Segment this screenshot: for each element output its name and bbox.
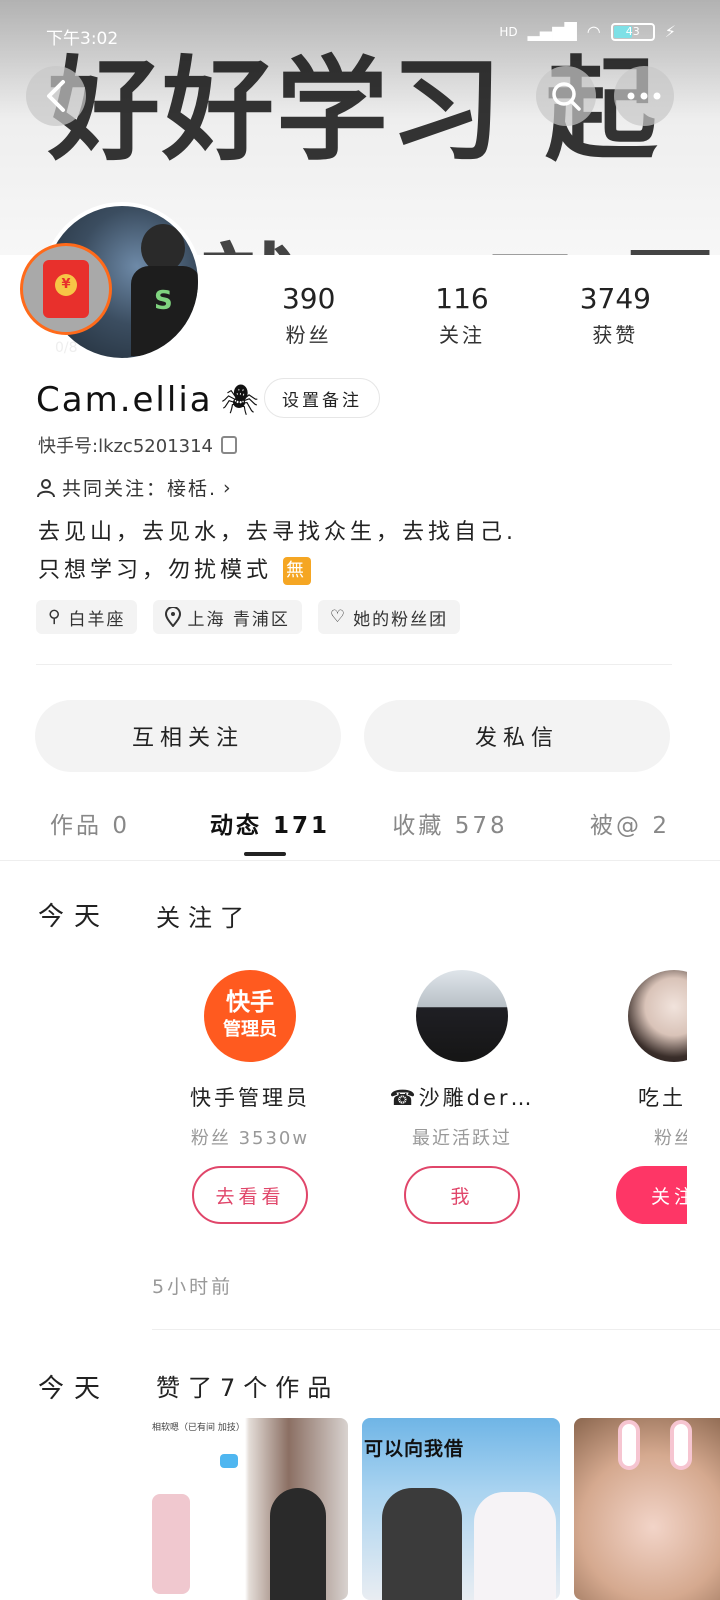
thumbnail-caption: 相软嗯（已有间 加技） [152,1423,245,1433]
stat-label: 获赞 [592,323,639,347]
wifi-icon: ◠ [586,22,601,41]
user-avatar [628,970,687,1062]
common-follow-link[interactable]: 共同关注：椄栝. › [36,474,233,501]
event-title: 关注了 [156,904,252,932]
search-button[interactable] [536,66,596,126]
card-name: 吃土豆 [638,1086,687,1110]
bio-line-text: 只想学习，勿扰模式 [38,558,273,583]
red-packet-button[interactable]: ¥ [20,243,112,335]
tab-mentions[interactable]: 被@ 2 [540,800,720,860]
tag-label: 白羊座 [68,609,126,630]
active-tab-indicator [244,852,286,856]
card-sub: 粉丝 [654,1128,687,1149]
person-icon [37,478,55,497]
back-arrow-icon [47,80,65,112]
profile-nickname: Cam.ellia 🕷 [36,380,261,420]
card-sub: 粉丝 3530w [190,1128,310,1149]
tag-zodiac[interactable]: ⚲ 白羊座 [36,600,138,634]
tag-location[interactable]: 上海 青浦区 [153,600,302,634]
status-bar: 下午3:02 HD ▂▄▆█ ◠ 43 ⚡ [0,0,720,70]
thumbnail-caption: 可以向我借 [364,1438,465,1460]
tag-label: 她的粉丝团 [353,609,449,630]
tab-moments[interactable]: 动态 171 [180,800,360,860]
followed-users-carousel[interactable]: 快手 管理员 快手管理员 粉丝 3530w 去看看 ☎沙雕der… 最近活跃过 … [150,960,687,1240]
stat-fans[interactable]: 390 粉丝 [232,282,385,348]
status-icons: HD ▂▄▆█ ◠ 43 ⚡ [499,22,676,41]
divider [36,664,672,665]
copy-icon[interactable] [221,436,237,454]
battery-icon: 43 [610,22,655,41]
banner-text-secondary: 就一二三 [200,210,720,255]
red-packet-count: 0/8 [55,340,78,356]
profile-bio: 去见山，去见水，去寻找众生，去找自己. 只想学习，勿扰模式 無 [38,514,517,590]
heart-icon: ♡ [329,607,348,627]
chevron-right-icon: › [223,476,233,499]
event-day: 今天 [38,1374,111,1404]
liked-work-thumbnail[interactable]: 相软嗯（已有间 加技） [150,1418,348,1600]
logo-line: 管理员 [223,1019,277,1040]
charging-icon: ⚡ [664,22,676,41]
network-icon: HD [499,24,518,39]
logo-line: 快手 [226,988,274,1016]
event-time: 5小时前 [152,1276,234,1298]
liked-works-carousel[interactable]: 相软嗯（已有间 加技） 可以向我借 [150,1418,720,1600]
signal-icon: ▂▄▆█ [527,22,577,41]
status-time: 下午3:02 [46,29,119,49]
nickname-text: Cam.ellia [36,380,213,420]
tag-fan-club[interactable]: ♡ 她的粉丝团 [317,600,461,634]
search-icon [552,82,581,111]
liked-work-thumbnail[interactable]: 可以向我借 [362,1418,560,1600]
set-remark-button[interactable]: 设置备注 [264,378,380,418]
followed-user-card[interactable]: 吃土豆 粉丝 关注 [574,960,687,1224]
card-action-button[interactable]: 我 [404,1166,520,1224]
stat-label: 粉丝 [285,323,332,347]
liked-work-thumbnail[interactable] [574,1418,720,1600]
event-day: 今天 [38,902,111,932]
stat-value: 390 [281,282,336,315]
user-avatar [416,970,508,1062]
profile-stats: 390 粉丝 116 关注 3749 获赞 [232,282,692,348]
location-pin-icon [165,607,182,627]
stat-value: 116 [435,282,489,315]
follow-button[interactable]: 关注 [616,1166,687,1224]
stat-value: 3749 [579,282,651,315]
more-button[interactable] [614,66,674,126]
stat-label: 关注 [438,323,485,347]
tab-favorites[interactable]: 收藏 578 [360,800,540,860]
more-dots-icon [627,92,661,100]
spider-emoji-icon: 🕷 [220,382,261,418]
go-see-button[interactable]: 去看看 [192,1166,308,1224]
bio-line: 去见山，去见水，去寻找众生，去找自己. [38,520,517,545]
stat-likes[interactable]: 3749 获赞 [539,282,692,348]
common-follow-text: 共同关注：椄栝. [62,478,218,500]
kuaishou-admin-logo: 快手 管理员 [204,970,296,1062]
stat-following[interactable]: 116 关注 [385,282,538,348]
card-name: 快手管理员 [190,1086,310,1110]
mutual-follow-button[interactable]: 互相关注 [35,700,341,772]
back-button[interactable] [26,66,86,126]
profile-tags: ⚲ 白羊座 上海 青浦区 ♡ 她的粉丝团 [36,600,461,634]
card-sub: 最近活跃过 [412,1128,512,1149]
event-title: 赞了7个作品 [156,1374,340,1402]
battery-level: 43 [625,24,640,38]
card-name: ☎沙雕der… [389,1086,535,1110]
zodiac-icon: ⚲ [48,607,63,627]
profile-tabs: 作品 0 动态 171 收藏 578 被@ 2 [0,800,720,860]
red-packet-icon: ¥ [43,260,89,318]
followed-user-card[interactable]: 快手 管理员 快手管理员 粉丝 3530w 去看看 [150,960,350,1224]
full-badge-icon: 無 [283,557,312,585]
send-message-button[interactable]: 发私信 [364,700,670,772]
divider [0,860,720,861]
divider [152,1329,720,1330]
kwai-id-text: 快手号:lkzc5201314 [38,436,213,457]
tab-works[interactable]: 作品 0 [0,800,180,860]
tag-label: 上海 青浦区 [187,609,290,630]
bio-line: 只想学习，勿扰模式 無 [38,552,517,590]
kwai-id: 快手号:lkzc5201314 [38,432,237,458]
followed-user-card[interactable]: ☎沙雕der… 最近活跃过 我 [362,960,562,1224]
